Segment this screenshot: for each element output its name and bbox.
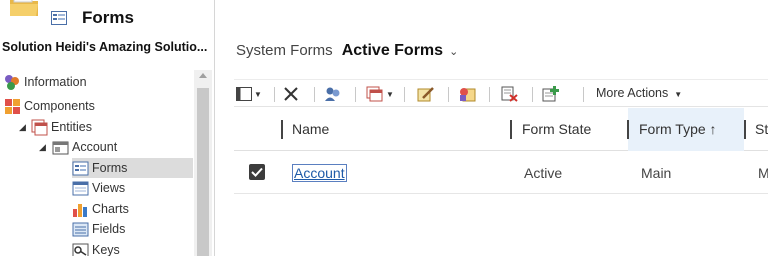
- column-header-status[interactable]: St: [755, 121, 768, 137]
- fields-icon: [72, 222, 89, 236]
- charts-icon: [73, 203, 87, 217]
- edit-icon: [417, 87, 434, 102]
- more-actions-button[interactable]: More Actions ▼: [596, 86, 682, 100]
- expand-triangle-icon[interactable]: ◢: [19, 122, 26, 133]
- views-icon: [72, 181, 89, 195]
- cell-status: M: [758, 165, 768, 181]
- toolbar-separator: [448, 87, 449, 102]
- cell-form-type: Main: [641, 165, 672, 181]
- view-selector-icon: [236, 87, 252, 101]
- tree-item-label: Forms: [92, 161, 128, 175]
- delete-icon: [284, 87, 298, 101]
- grid-header: Name Form State Form Type ↑ St: [234, 108, 768, 151]
- scrollbar-thumb[interactable]: [197, 88, 209, 256]
- column-header-form-state[interactable]: Form State: [522, 121, 591, 137]
- record-link[interactable]: Account: [292, 164, 347, 182]
- scroll-up-icon[interactable]: [199, 73, 207, 78]
- toolbar-separator: [583, 87, 584, 102]
- column-separator[interactable]: [744, 120, 746, 139]
- folder-icon: [10, 0, 38, 16]
- forms-icon: [72, 161, 89, 175]
- tree-item-label: Account: [72, 140, 118, 154]
- solution-explorer-pane: Forms Solution Heidi's Amazing Solutio..…: [0, 0, 215, 256]
- main-content: System Forms Active Forms ⌄ ▼ ▼ More Act…: [216, 0, 768, 256]
- components-icon: [5, 98, 20, 114]
- tree-item-forms[interactable]: Forms: [72, 158, 193, 178]
- activate-button[interactable]: [458, 85, 476, 103]
- tree-item-label: Entities: [51, 120, 92, 134]
- deactivate-button[interactable]: [501, 85, 519, 103]
- toolbar-separator: [314, 87, 315, 102]
- tree-item-label: Keys: [92, 243, 120, 256]
- tree-item-label: Charts: [92, 202, 129, 216]
- caret-down-icon: ▼: [254, 89, 262, 99]
- tree-item-components[interactable]: Components: [4, 96, 95, 116]
- view-selector[interactable]: System Forms Active Forms ⌄: [236, 42, 458, 60]
- delete-button[interactable]: [283, 85, 299, 103]
- cell-form-state: Active: [524, 165, 563, 181]
- column-header-name[interactable]: Name: [292, 121, 329, 137]
- form-actions-icon: [366, 86, 383, 102]
- row-checkbox[interactable]: [249, 164, 265, 180]
- tree-item-views[interactable]: Views: [72, 178, 125, 198]
- entities-icon: [31, 119, 48, 135]
- table-row[interactable]: Account Active Main M: [234, 152, 768, 194]
- tree-item-entities[interactable]: Entities: [31, 117, 92, 137]
- pane-header: Forms: [0, 0, 214, 36]
- information-icon: [5, 74, 19, 90]
- view-prefix: System Forms: [236, 42, 333, 59]
- keys-icon: [72, 243, 89, 256]
- caret-down-icon: ▼: [674, 90, 683, 99]
- form-actions-button[interactable]: ▼: [366, 85, 394, 103]
- tree-item-keys[interactable]: Keys: [72, 240, 120, 256]
- deactivate-icon: [501, 86, 518, 102]
- cell-name: Account: [292, 164, 347, 182]
- view-selector-button[interactable]: ▼: [236, 85, 262, 103]
- more-actions-label: More Actions: [596, 86, 669, 100]
- view-name[interactable]: Active Forms: [342, 42, 443, 60]
- column-separator[interactable]: [510, 120, 512, 139]
- tree-item-label: Fields: [92, 222, 126, 236]
- toolbar-separator: [274, 87, 275, 102]
- add-to-solution-button[interactable]: [542, 85, 560, 103]
- page-title: Forms: [82, 8, 134, 27]
- chevron-down-icon[interactable]: ⌄: [449, 45, 458, 58]
- tree-item-label: Views: [92, 181, 126, 195]
- tree-scrollbar[interactable]: [194, 70, 212, 256]
- add-to-solution-icon: [542, 86, 559, 102]
- tree-item-information[interactable]: Information: [4, 72, 87, 92]
- column-header-form-type[interactable]: Form Type ↑: [639, 121, 717, 137]
- tree-item-account[interactable]: Account: [52, 137, 117, 157]
- solution-name: Solution Heidi's Amazing Solutio...: [2, 40, 208, 54]
- tree-item-label: Information: [24, 75, 87, 89]
- tree-item-label: Components: [24, 99, 95, 113]
- caret-down-icon: ▼: [386, 89, 394, 99]
- toolbar-separator: [355, 87, 356, 102]
- activate-icon: [460, 88, 476, 102]
- account-entity-icon: [52, 141, 69, 154]
- toolbar-separator: [532, 87, 533, 102]
- assign-button[interactable]: [324, 85, 342, 103]
- forms-icon: [51, 11, 67, 25]
- toolbar-separator: [404, 87, 405, 102]
- expand-triangle-icon[interactable]: ◢: [39, 142, 46, 153]
- edit-button[interactable]: [417, 85, 435, 103]
- column-separator[interactable]: [281, 120, 283, 139]
- toolbar-separator: [489, 87, 490, 102]
- tree-item-fields[interactable]: Fields: [72, 219, 125, 239]
- checkmark-icon: [251, 167, 263, 177]
- tree-item-charts[interactable]: Charts: [72, 199, 129, 219]
- column-separator[interactable]: [627, 120, 629, 139]
- command-toolbar: ▼ ▼ More Actions ▼: [234, 79, 768, 107]
- assign-icon: [325, 87, 340, 101]
